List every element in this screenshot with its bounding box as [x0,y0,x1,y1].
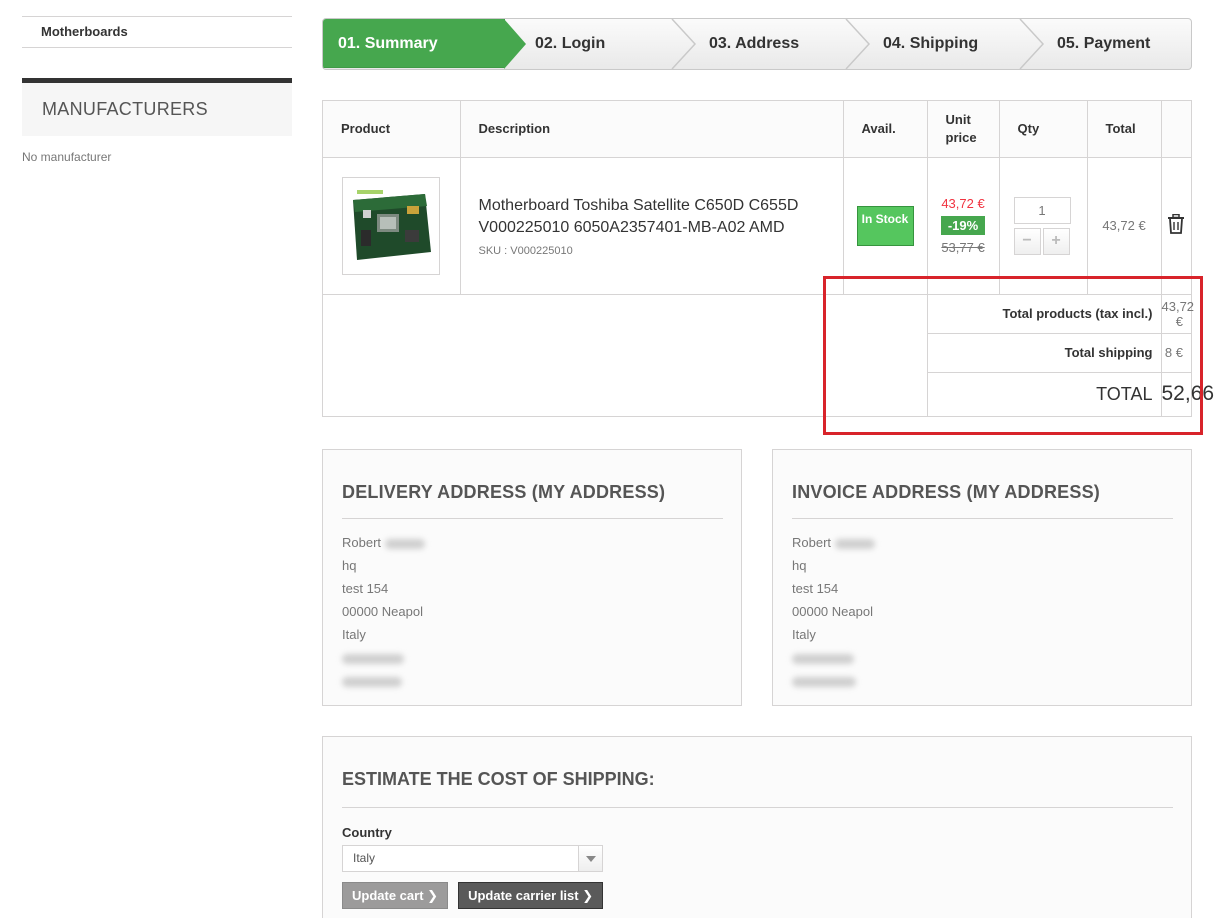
total-shipping-label: Total shipping [927,333,1162,373]
no-manufacturer-text: No manufacturer [22,150,112,164]
manufacturers-title: MANUFACTURERS [22,78,292,136]
step-login-label: 02. Login [535,35,606,52]
invoice-country: Italy [792,627,816,642]
cart-summary-table: Product Description Avail. Unit price Qt… [322,100,1215,417]
left-sidebar: Motherboards MANUFACTURERS No manufactur… [22,16,292,164]
total-products-label: Total products (tax incl.) [927,294,1162,334]
step-address[interactable]: 03. Address [709,19,849,69]
redacted-phone [342,653,404,664]
motherboard-image-icon [353,189,431,260]
estimate-shipping-title: ESTIMATE THE COST OF SHIPPING: [342,769,1173,808]
header-description: Description [460,101,844,158]
chevron-right-icon: ❯ [427,888,439,903]
step-login[interactable]: 02. Login [535,19,675,69]
quantity-input[interactable]: 1 [1013,196,1071,224]
estimate-shipping-box: ESTIMATE THE COST OF SHIPPING: Country I… [322,736,1192,918]
country-label: Country [342,825,392,840]
delivery-street: test 154 [342,581,389,596]
country-select[interactable]: Italy [342,845,603,872]
invoice-company: hq [792,558,807,573]
update-carrier-list-button[interactable]: Update carrier list ❯ [458,882,604,909]
step-shipping[interactable]: 04. Shipping [883,19,1023,69]
country-select-value: Italy [353,851,376,865]
quantity-increase-button[interactable]: + [1042,227,1070,255]
delivery-company: hq [342,558,357,573]
redacted-mobile [342,676,402,687]
invoice-name: Robert [792,535,832,550]
unit-price: 43,72 € [941,196,985,211]
grand-total-value: 52,66 € [1161,382,1215,406]
old-price: 53,77 € [941,240,985,255]
step-arrow-4 [1019,19,1045,69]
header-qty: Qty [999,101,1088,158]
step-address-label: 03. Address [709,35,800,52]
header-total: Total [1087,101,1162,158]
delivery-name: Robert [342,535,382,550]
grand-total-label: TOTAL [927,372,1162,416]
step-payment-label: 05. Payment [1057,35,1151,52]
minus-icon: − [1022,232,1032,249]
header-unit-price: Unit price [927,101,1000,158]
redacted-phone [792,653,854,664]
delivery-address-box: DELIVERY ADDRESS (MY ADDRESS) Robert hq … [322,449,742,706]
redacted-surname [834,538,875,549]
quantity-stepper: − + [1013,227,1087,255]
chevron-right-icon: ❯ [582,888,594,903]
invoice-address-title: INVOICE ADDRESS (MY ADDRESS) [792,482,1173,519]
update-cart-button[interactable]: Update cart ❯ [342,882,449,909]
redacted-surname [384,538,425,549]
update-cart-label: Update cart [352,888,424,903]
product-image[interactable] [342,176,440,275]
step-summary-label: 01. Summary [338,35,438,52]
step-shipping-label: 04. Shipping [883,35,979,52]
header-avail: Avail. [843,101,928,158]
checkout-steps: 01. Summary 02. Login 03. Address 04. Sh… [322,18,1192,70]
plus-icon: + [1051,232,1061,249]
total-products-value: 43,72 € [1161,294,1194,334]
product-name-link[interactable]: Motherboard Toshiba Satellite C650D C655… [461,195,843,239]
item-total: 43,72 € [1087,157,1162,295]
step-arrow-1 [504,19,526,69]
in-stock-badge: In Stock [856,205,914,246]
total-shipping-value: 8 € [1161,333,1191,373]
invoice-street: test 154 [792,581,839,596]
redacted-mobile [792,676,856,687]
discount-badge: -19% [940,216,986,235]
header-delete [1161,101,1191,158]
update-carrier-label: Update carrier list [468,888,579,903]
delivery-address-title: DELIVERY ADDRESS (MY ADDRESS) [342,482,723,519]
delivery-country: Italy [342,627,366,642]
category-item-motherboards[interactable]: Motherboards [22,16,292,48]
delivery-city: 00000 Neapol [342,604,423,619]
step-summary[interactable]: 01. Summary [323,19,505,68]
cart-item-row: Motherboard Toshiba Satellite C650D C655… [323,157,1191,295]
step-payment[interactable]: 05. Payment [1057,19,1191,69]
trash-icon[interactable] [1167,213,1185,234]
step-arrow-2 [671,19,697,69]
header-product: Product [323,101,461,158]
product-sku: SKU : V000225010 [478,244,573,257]
invoice-address-box: INVOICE ADDRESS (MY ADDRESS) Robert hq t… [772,449,1192,706]
chevron-down-icon [578,846,602,871]
step-arrow-3 [845,19,871,69]
invoice-city: 00000 Neapol [792,604,873,619]
quantity-decrease-button[interactable]: − [1013,227,1041,255]
